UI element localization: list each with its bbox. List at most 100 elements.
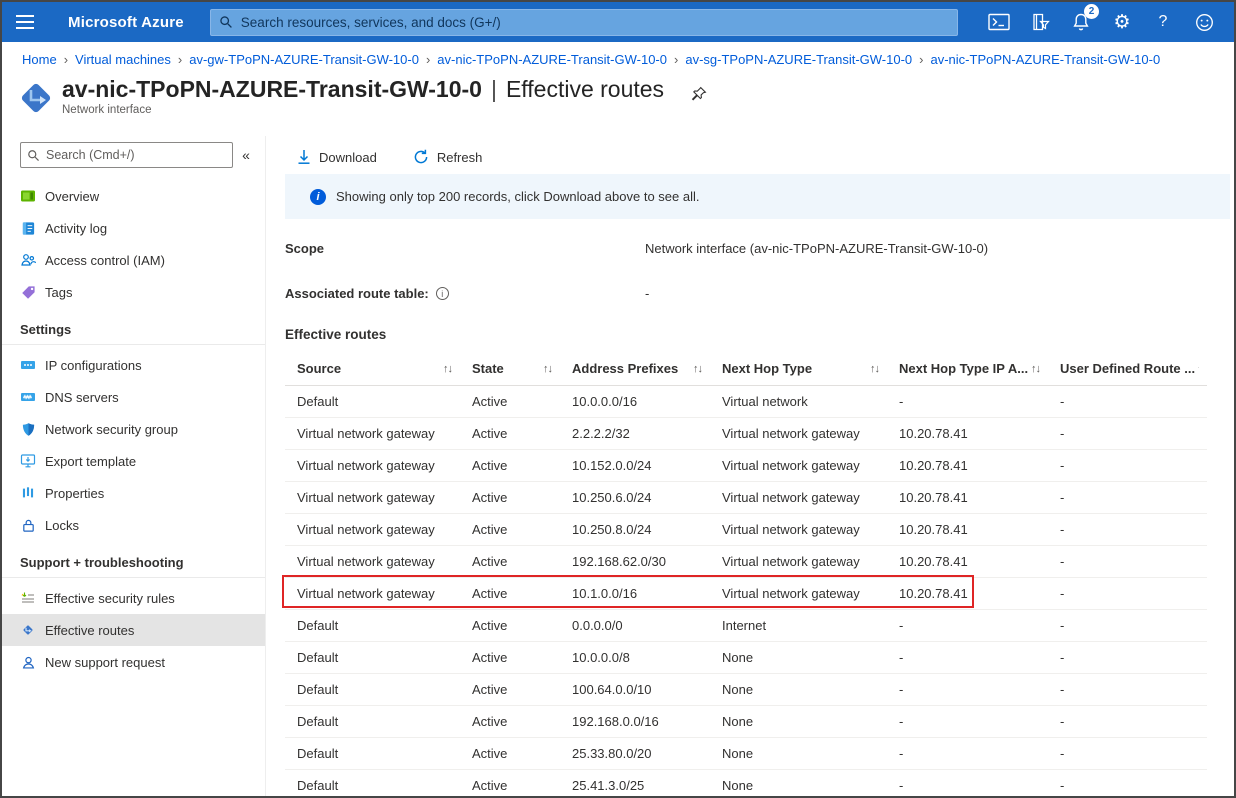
- table-cell: -: [1048, 546, 1207, 578]
- table-row[interactable]: DefaultActive25.41.3.0/25None--: [285, 770, 1207, 797]
- table-cell: Virtual network gateway: [285, 578, 460, 610]
- sort-arrows-icon[interactable]: ↑↓: [870, 363, 879, 375]
- table-cell: 10.20.78.41: [887, 418, 1048, 450]
- table-cell: -: [1048, 450, 1207, 482]
- breadcrumb-link[interactable]: av-gw-TPoPN-AZURE-Transit-GW-10-0: [189, 52, 419, 67]
- breadcrumb-separator-icon: ›: [426, 52, 430, 67]
- sidebar-item-export-template[interactable]: Export template: [2, 445, 265, 477]
- search-icon: [219, 15, 233, 29]
- table-cell: Internet: [710, 610, 887, 642]
- lock-icon: [20, 517, 36, 533]
- title-separator: |: [491, 76, 497, 103]
- table-cell: Active: [460, 514, 560, 546]
- column-header[interactable]: User Defined Route ...↑↓: [1048, 352, 1207, 386]
- column-header[interactable]: Next Hop Type↑↓: [710, 352, 887, 386]
- settings-gear-icon[interactable]: ⚙: [1106, 6, 1138, 38]
- table-row[interactable]: Virtual network gatewayActive10.1.0.0/16…: [285, 578, 1207, 610]
- activity-log-icon: [20, 220, 36, 236]
- sidebar-item-dns-servers[interactable]: DNS servers: [2, 381, 265, 413]
- table-row[interactable]: DefaultActive25.33.80.0/20None--: [285, 738, 1207, 770]
- refresh-button[interactable]: Refresh: [413, 149, 483, 165]
- table-cell: Default: [285, 610, 460, 642]
- breadcrumb-separator-icon: ›: [178, 52, 182, 67]
- breadcrumb-link[interactable]: av-nic-TPoPN-AZURE-Transit-GW-10-0: [437, 52, 667, 67]
- table-cell: 0.0.0.0/0: [560, 610, 710, 642]
- table-row[interactable]: DefaultActive100.64.0.0/10None--: [285, 674, 1207, 706]
- menu-search-input[interactable]: [46, 148, 226, 162]
- table-cell: Virtual network gateway: [710, 482, 887, 514]
- column-header[interactable]: Next Hop Type IP A...↑↓: [887, 352, 1048, 386]
- info-tooltip-icon[interactable]: i: [436, 287, 449, 300]
- table-cell: 10.20.78.41: [887, 482, 1048, 514]
- table-cell: Active: [460, 642, 560, 674]
- table-cell: -: [1048, 482, 1207, 514]
- global-search-box[interactable]: [210, 9, 958, 36]
- sort-arrows-icon[interactable]: ↑↓: [443, 363, 452, 375]
- breadcrumb-link[interactable]: av-nic-TPoPN-AZURE-Transit-GW-10-0: [931, 52, 1161, 67]
- table-row[interactable]: Virtual network gatewayActive192.168.62.…: [285, 546, 1207, 578]
- table-cell: -: [1048, 578, 1207, 610]
- notifications-bell-icon[interactable]: 2: [1065, 6, 1097, 38]
- table-cell: -: [887, 386, 1048, 418]
- menu-search-box[interactable]: [20, 142, 233, 168]
- sidebar-item-overview[interactable]: Overview: [2, 180, 265, 212]
- global-search-input[interactable]: [241, 15, 949, 30]
- azure-brand[interactable]: Microsoft Azure: [68, 14, 184, 31]
- table-cell: None: [710, 674, 887, 706]
- scope-label: Scope: [285, 241, 645, 256]
- sidebar-item-label: Overview: [45, 189, 99, 204]
- table-cell: -: [887, 674, 1048, 706]
- effective-routes-heading: Effective routes: [285, 327, 1230, 342]
- download-button[interactable]: Download: [297, 149, 377, 165]
- table-cell: Active: [460, 386, 560, 418]
- sidebar-item-effective-routes[interactable]: Effective routes: [2, 614, 265, 646]
- column-header[interactable]: Address Prefixes↑↓: [560, 352, 710, 386]
- sort-arrows-icon[interactable]: ↑↓: [693, 363, 702, 375]
- column-header[interactable]: Source↑↓: [285, 352, 460, 386]
- table-cell: -: [1048, 674, 1207, 706]
- table-row[interactable]: Virtual network gatewayActive10.250.8.0/…: [285, 514, 1207, 546]
- breadcrumb-link[interactable]: Virtual machines: [75, 52, 171, 67]
- table-cell: 10.250.8.0/24: [560, 514, 710, 546]
- column-header[interactable]: State↑↓: [460, 352, 560, 386]
- sidebar-item-label: Network security group: [45, 422, 178, 437]
- feedback-smiley-icon[interactable]: [1188, 6, 1220, 38]
- sidebar-item-network-security-group[interactable]: Network security group: [2, 413, 265, 445]
- sort-arrows-icon[interactable]: ↑↓: [1197, 363, 1199, 375]
- sidebar-item-properties[interactable]: Properties: [2, 477, 265, 509]
- sidebar-item-locks[interactable]: Locks: [2, 509, 265, 541]
- sidebar-item-label: IP configurations: [45, 358, 142, 373]
- sidebar-item-new-support-request[interactable]: New support request: [2, 646, 265, 678]
- sidebar-item-activity-log[interactable]: Activity log: [2, 212, 265, 244]
- sort-arrows-icon[interactable]: ↑↓: [543, 363, 552, 375]
- table-row[interactable]: Virtual network gatewayActive2.2.2.2/32V…: [285, 418, 1207, 450]
- cloud-shell-icon[interactable]: [983, 6, 1015, 38]
- table-cell: 10.0.0.0/8: [560, 642, 710, 674]
- table-row[interactable]: DefaultActive10.0.0.0/8None--: [285, 642, 1207, 674]
- hamburger-menu-button[interactable]: [2, 2, 48, 42]
- sidebar-item-access-control[interactable]: Access control (IAM): [2, 244, 265, 276]
- breadcrumb-link[interactable]: Home: [22, 52, 57, 67]
- breadcrumb: Home › Virtual machines › av-gw-TPoPN-AZURE-…: [2, 42, 1234, 76]
- breadcrumb-link[interactable]: av-sg-TPoPN-AZURE-Transit-GW-10-0: [685, 52, 912, 67]
- table-row[interactable]: Virtual network gatewayActive10.250.6.0/…: [285, 482, 1207, 514]
- table-cell: 192.168.0.0/16: [560, 706, 710, 738]
- associated-route-table-label: Associated route table:: [285, 286, 429, 301]
- sidebar-item-effective-security-rules[interactable]: Effective security rules: [2, 582, 265, 614]
- table-cell: 10.20.78.41: [887, 578, 1048, 610]
- table-row[interactable]: Virtual network gatewayActive10.152.0.0/…: [285, 450, 1207, 482]
- sidebar-item-ip-configurations[interactable]: IP configurations: [2, 349, 265, 381]
- table-cell: 25.41.3.0/25: [560, 770, 710, 797]
- help-icon[interactable]: ?: [1147, 6, 1179, 38]
- routes-table-body: DefaultActive10.0.0.0/16Virtual network-…: [285, 386, 1207, 797]
- table-cell: 192.168.62.0/30: [560, 546, 710, 578]
- collapse-menu-button[interactable]: «: [233, 147, 259, 163]
- table-row[interactable]: DefaultActive0.0.0.0/0Internet--: [285, 610, 1207, 642]
- sort-arrows-icon[interactable]: ↑↓: [1031, 363, 1040, 375]
- table-row[interactable]: DefaultActive10.0.0.0/16Virtual network-…: [285, 386, 1207, 418]
- resource-type-label: Network interface: [62, 104, 707, 116]
- directory-filter-icon[interactable]: [1024, 6, 1056, 38]
- sidebar-item-tags[interactable]: Tags: [2, 276, 265, 308]
- pin-icon[interactable]: [691, 86, 707, 102]
- table-row[interactable]: DefaultActive192.168.0.0/16None--: [285, 706, 1207, 738]
